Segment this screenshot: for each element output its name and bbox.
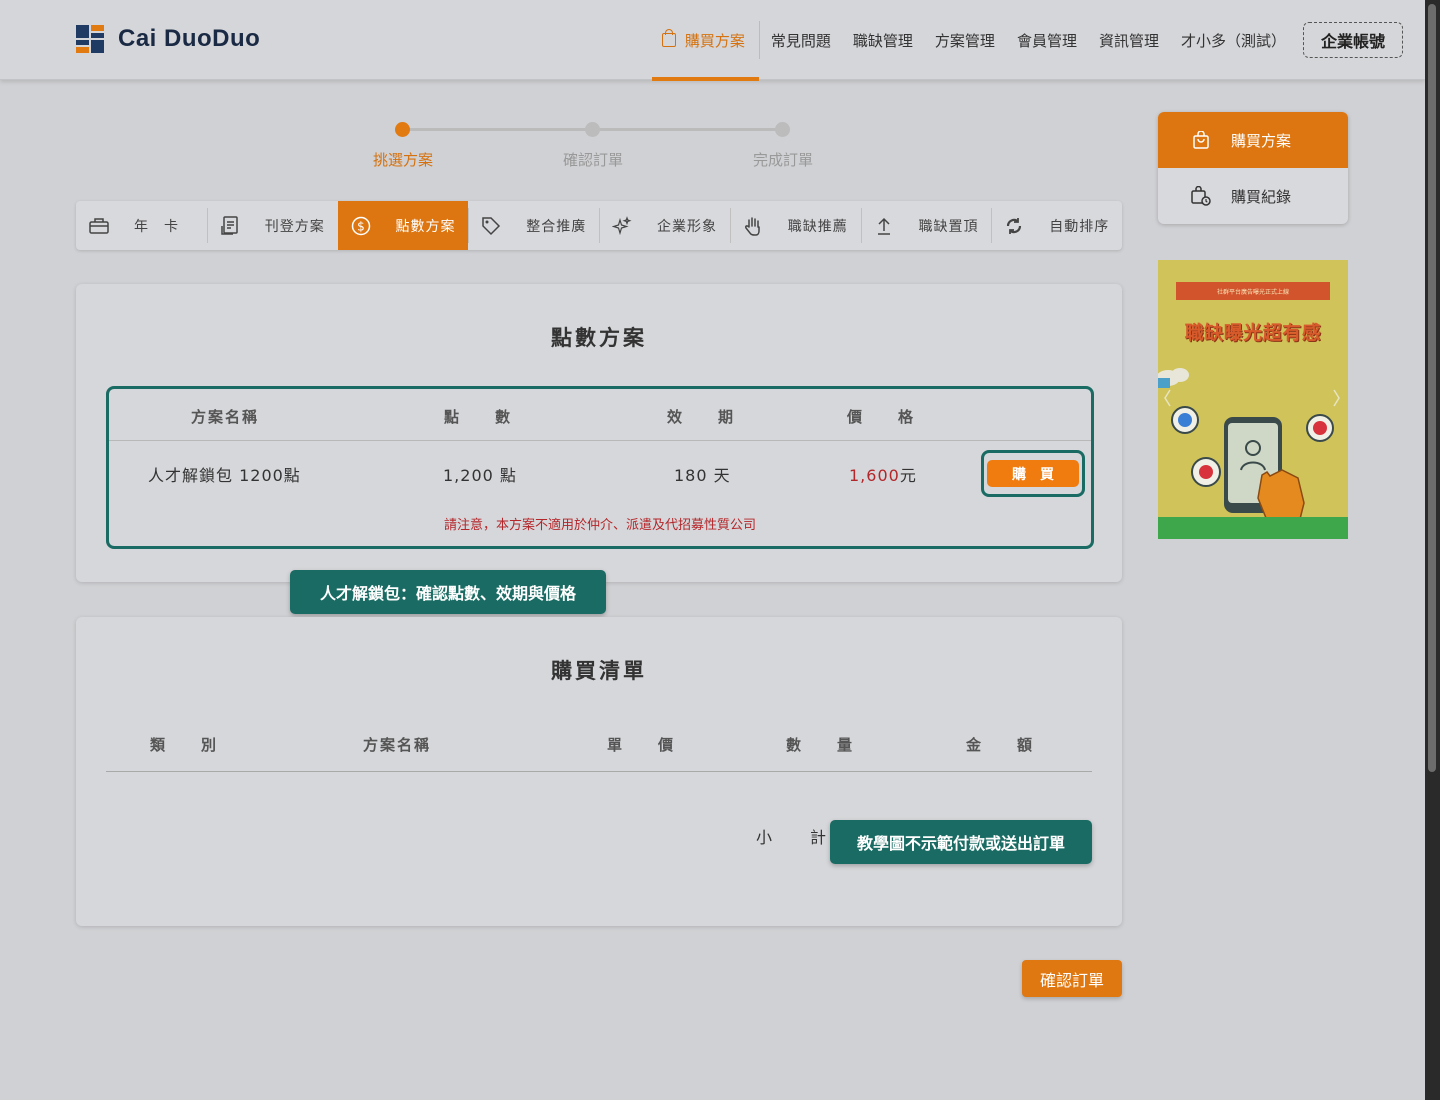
shopping-bag-icon [1191,130,1211,150]
header-list-plan-name: 方案名稱 [363,736,432,754]
arrow-up-icon [873,215,895,237]
plan-points-cell: 1,200 點 [443,466,517,485]
shopping-bag-icon [661,29,676,47]
header-plan-name: 方案名稱 [191,408,260,426]
side-item-label: 購買方案 [1231,131,1292,150]
nav-plan-mgmt[interactable]: 方案管理 [924,0,1006,80]
header-category: 類 別 [150,736,219,754]
buy-button[interactable]: 購買 [987,460,1079,487]
logo-icon [76,25,104,53]
plan-table: 方案名稱 點 數 效 期 價 格 人才解鎖包 1200點 1,200 點 180… [106,386,1094,549]
plan-divider [109,440,1091,441]
header-points: 點 數 [444,408,513,426]
dollar-icon: $ [350,215,372,237]
tab-listing-plan[interactable]: 刊登方案 [206,201,338,250]
biz-account-button[interactable]: 企業帳號 [1302,22,1403,58]
sparkle-icon [611,215,633,237]
tab-corporate-image[interactable]: 企業形象 [599,201,730,250]
plan-validity-cell: 180 天 [674,466,731,485]
plan-price-cell: 1,600元 [849,462,917,486]
plan-price-value: 1,600 [849,466,900,485]
side-menu: 購買方案 購買紀錄 [1158,112,1348,224]
purchase-list-title: 購買清單 [551,659,647,683]
scrollbar-track[interactable] [1425,0,1440,1100]
tab-integrated-promo[interactable]: 整合推廣 [468,201,599,250]
card-icon [88,215,110,237]
header-quantity: 數 量 [786,736,855,754]
step-dot-1 [395,122,410,137]
tab-points-plan[interactable]: $ 點數方案 [337,201,469,250]
document-icon [219,215,241,237]
tab-label: 刊登方案 [264,218,325,235]
points-plan-title: 點數方案 [551,326,647,350]
nav-member-mgmt[interactable]: 會員管理 [1006,0,1088,80]
subtotal-label: 小 計 [756,828,829,847]
plan-price-unit: 元 [899,466,917,485]
callout-payment-note: 教學圖不示範付款或送出訂單 [830,820,1092,864]
nav-faq[interactable]: 常見問題 [760,0,842,80]
tab-annual-card[interactable]: 年 卡 [76,201,207,250]
scrollbar-thumb[interactable] [1428,4,1436,772]
tag-icon [480,215,502,237]
nav-buy-plan-label: 購買方案 [684,31,745,50]
callout-plan-check: 人才解鎖包：確認點數、效期與價格 [290,570,606,614]
list-divider [106,771,1092,772]
tab-vacancy-pin[interactable]: 職缺置頂 [860,201,992,250]
bag-clock-icon [1191,186,1211,206]
nav-info-mgmt[interactable]: 資訊管理 [1088,0,1170,80]
hand-icon [742,215,764,237]
logo-text: Cai DuoDuo [118,25,261,52]
svg-text:$: $ [357,219,365,233]
tab-label: 職缺置頂 [918,218,979,235]
buy-highlight: 購買 [981,450,1085,497]
tab-label: 整合推廣 [526,218,587,235]
ad-banner[interactable]: 社群平台廣告曝光正式上線 職缺曝光超有感 [1158,260,1348,539]
plan-tabs: 年 卡 刊登方案 $ 點數方案 整合推廣 企業形象 職缺推薦 職缺置頂 自動排序 [76,201,1122,250]
logo[interactable]: Cai DuoDuo [76,25,260,53]
header-amount: 金 額 [966,736,1035,754]
tab-label: 自動排序 [1049,218,1110,235]
side-item-buy-plan[interactable]: 購買方案 [1158,112,1348,168]
plan-warning-note: 請注意，本方案不適用於仲介、派遣及代招募性質公司 [443,518,756,533]
tab-label: 職缺推薦 [787,218,848,235]
nav-user[interactable]: 才小多（測試） [1170,0,1297,80]
plan-name-cell: 人才解鎖包 1200點 [148,466,301,485]
step-dot-3 [775,122,790,137]
side-item-label: 購買紀錄 [1231,187,1292,206]
side-item-history[interactable]: 購買紀錄 [1158,168,1348,224]
tab-auto-sort[interactable]: 自動排序 [991,201,1122,250]
points-plan-card: 點數方案 方案名稱 點 數 效 期 價 格 人才解鎖包 1200點 1,200 … [76,284,1122,582]
ad-ground [1158,517,1348,539]
tab-label: 企業形象 [657,218,717,235]
step-label-2: 確認訂單 [562,151,623,169]
ad-phone-illustration [1158,368,1340,539]
confirm-order-button[interactable]: 確認訂單 [1022,960,1122,997]
refresh-icon [1003,215,1025,237]
nav-vacancy-mgmt[interactable]: 職缺管理 [842,0,924,80]
step-label-3: 完成訂單 [752,151,813,169]
nav-buy-plan[interactable]: 購買方案 [651,21,760,81]
header-validity: 效 期 [667,408,736,426]
step-dot-2 [585,122,600,137]
tab-label: 點數方案 [395,218,456,235]
order-stepper: 挑選方案 確認訂單 完成訂單 [373,118,813,178]
step-label-1: 挑選方案 [372,151,433,169]
header-price: 價 格 [847,408,916,426]
top-header: Cai DuoDuo 購買方案 常見問題 職缺管理 方案管理 會員管理 資訊管理… [0,0,1425,81]
main-nav: 購買方案 常見問題 職缺管理 方案管理 會員管理 資訊管理 才小多（測試） 企業… [651,0,1403,81]
tab-label: 年 卡 [134,218,179,235]
header-unit-price: 單 價 [607,736,676,754]
purchase-list-card: 購買清單 類 別 方案名稱 單 價 數 量 金 額 小 計 [76,617,1122,926]
tab-vacancy-recommend[interactable]: 職缺推薦 [729,201,861,250]
